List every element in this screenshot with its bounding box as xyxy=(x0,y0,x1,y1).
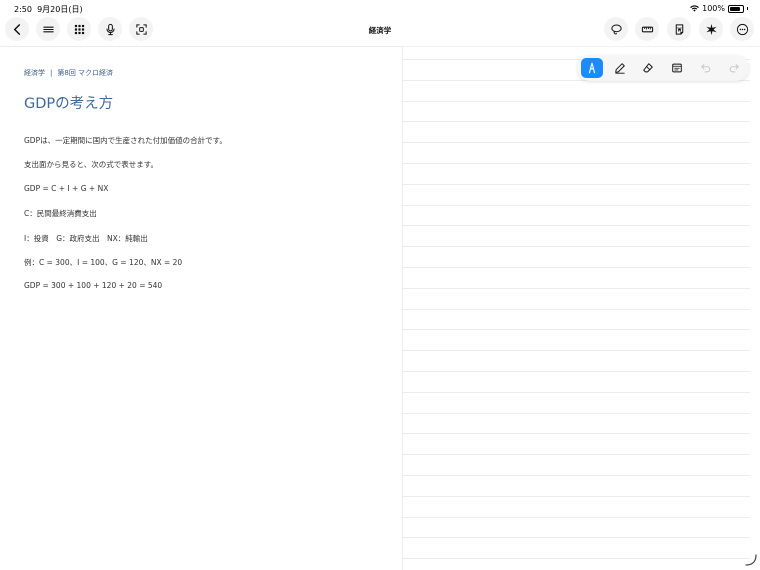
breadcrumb-subject[interactable]: 経済学 xyxy=(24,69,45,77)
text-line: I：投資 G：政府支出 NX：純輸出 xyxy=(24,234,148,243)
text-line: GDPは、一定期間に国内で生産された付加価値の合計です。 xyxy=(24,136,227,145)
ruled-line xyxy=(403,392,750,393)
breadcrumb-separator: | xyxy=(50,69,53,77)
ruled-line xyxy=(403,433,750,434)
ruled-line xyxy=(403,454,750,455)
ruled-line xyxy=(403,184,750,185)
fountain-pen-tool[interactable] xyxy=(581,58,603,78)
ruled-line xyxy=(403,329,750,330)
ruled-line xyxy=(403,475,750,476)
ruled-line xyxy=(403,101,750,102)
wifi-icon xyxy=(690,5,699,12)
lasso-icon xyxy=(610,24,622,34)
ruled-line xyxy=(403,371,750,372)
text-line: C：民間最終消費支出 xyxy=(24,209,97,218)
ruler-icon xyxy=(641,26,653,32)
ruled-line xyxy=(403,309,750,310)
text-line: 支出面から見ると、次の式で表せます。 xyxy=(24,160,158,169)
pen-toolbar xyxy=(577,55,749,81)
text-box-icon xyxy=(672,63,682,73)
formula-line: GDP = C + I + G + NX xyxy=(24,184,109,193)
top-toolbar: 経済学 xyxy=(0,16,760,46)
redo-button[interactable] xyxy=(723,58,745,78)
ruled-line xyxy=(403,350,750,351)
lasso-button[interactable] xyxy=(604,17,628,41)
ruled-line xyxy=(403,558,750,559)
ruled-line xyxy=(403,205,750,206)
eraser-icon xyxy=(643,63,653,73)
text-box-tool[interactable] xyxy=(666,58,688,78)
battery-icon xyxy=(728,4,744,13)
ruled-line xyxy=(403,288,750,289)
battery-tip xyxy=(747,7,748,10)
notebook-canvas[interactable] xyxy=(403,47,760,570)
pencil-icon xyxy=(615,63,625,74)
ruled-line xyxy=(403,267,750,268)
sticker-button[interactable] xyxy=(667,17,691,41)
ruled-line xyxy=(403,163,750,164)
ruler-button[interactable] xyxy=(635,17,659,41)
undo-icon xyxy=(701,64,711,73)
status-time: 2:50 9月20日(日) xyxy=(14,4,83,15)
ruled-line xyxy=(403,246,750,247)
sparkle-icon xyxy=(705,23,717,35)
ruled-line xyxy=(403,537,750,538)
formula-line: GDP = 300 + 100 + 120 + 20 = 540 xyxy=(24,281,163,290)
eraser-tool[interactable] xyxy=(637,58,659,78)
ruled-line xyxy=(403,517,750,518)
breadcrumb: 経済学 | 第8回 マクロ経済 xyxy=(24,68,113,78)
redo-icon xyxy=(729,64,739,73)
status-right: 100% xyxy=(690,4,748,13)
ruled-line xyxy=(403,496,750,497)
fountain-pen-icon xyxy=(588,62,596,74)
sparkle-button[interactable] xyxy=(699,17,723,41)
page-title: GDPの考え方 xyxy=(24,96,114,112)
ruled-line xyxy=(403,413,750,414)
ruled-line xyxy=(403,225,750,226)
sticker-icon xyxy=(675,23,683,35)
undo-button[interactable] xyxy=(695,58,717,78)
ruled-line xyxy=(403,121,750,122)
text-line: 例：C = 300、I = 100、G = 120、NX = 20 xyxy=(24,258,183,267)
more-button[interactable] xyxy=(730,17,754,41)
pencil-tool[interactable] xyxy=(609,58,631,78)
ruled-line xyxy=(403,142,750,143)
more-icon xyxy=(736,23,748,35)
battery-percent: 100% xyxy=(702,4,725,13)
breadcrumb-lesson[interactable]: 第8回 マクロ経済 xyxy=(57,69,113,77)
resize-handle-icon[interactable] xyxy=(744,553,758,567)
clock-date: 9月20日(日) xyxy=(37,5,83,14)
document-panel[interactable]: 経済学 | 第8回 マクロ経済 GDPの考え方 GDPは、一定期間に国内で生産された… xyxy=(0,47,403,570)
clock-time: 2:50 xyxy=(14,5,32,14)
